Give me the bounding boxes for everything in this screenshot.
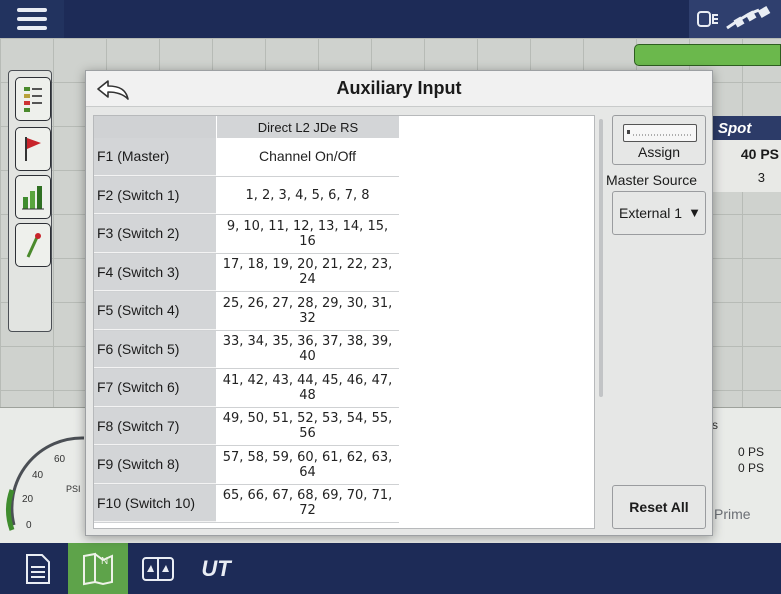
function-label: F6 (Switch 5) [94, 330, 216, 368]
table-row: F4 (Switch 3) 17, 18, 19, 20, 21, 22, 23,… [94, 253, 399, 292]
top-bar [0, 0, 781, 38]
table-row: F10 (Switch 10) 65, 66, 67, 68, 69, 70, 7… [94, 484, 399, 523]
flag-icon[interactable] [15, 127, 51, 171]
prime-button[interactable]: Prime [714, 506, 751, 522]
gauge-tick-0: 0 [26, 520, 32, 531]
function-assignment[interactable]: 25, 26, 27, 28, 29, 30, 31, 32 [217, 292, 398, 330]
chart-icon[interactable] [15, 175, 51, 219]
dropdown-arrow-icon: ▼ [688, 205, 701, 220]
function-label: F10 (Switch 10) [94, 484, 216, 522]
guidance-icon[interactable] [15, 223, 51, 267]
reset-all-button[interactable]: Reset All [612, 485, 706, 529]
spot-psi-value: 40 PS [740, 146, 779, 162]
table-row: F1 (Master) Channel On/Off [94, 138, 399, 177]
bottom-bar: N UT [0, 543, 781, 594]
scrollbar-thumb[interactable] [599, 119, 603, 397]
menu-icon[interactable] [0, 0, 64, 38]
side-toolbar [8, 70, 52, 332]
readout-value: 0 PS [738, 461, 765, 475]
gps-receiver-icon[interactable] [697, 9, 719, 29]
function-label: F5 (Switch 4) [94, 292, 216, 330]
document-icon[interactable] [8, 543, 68, 594]
mapping-table[interactable]: Direct L2 JDe RS F1 (Master) Channel On/O… [93, 115, 595, 529]
assign-label: Assign [637, 144, 681, 160]
field-map-icon[interactable]: N [68, 543, 128, 594]
pressure-gauge: 60 40 PSI 20 0 [6, 436, 85, 531]
split-view-icon[interactable] [128, 543, 188, 594]
function-assignment[interactable]: 33, 34, 35, 36, 37, 38, 39, 40 [217, 330, 398, 368]
layers-icon[interactable] [15, 77, 51, 121]
gauge-unit: PSI [66, 484, 81, 494]
universal-terminal-icon[interactable]: UT [186, 543, 246, 594]
auxiliary-input-dialog: Auxiliary Input Direct L2 JDe RS F1 (Mas… [85, 70, 713, 536]
table-row: F3 (Switch 2) 9, 10, 11, 12, 13, 14, 15, … [94, 215, 399, 254]
function-label: F1 (Master) [94, 138, 216, 176]
table-corner [94, 116, 216, 138]
function-label: F8 (Switch 7) [94, 407, 216, 445]
function-assignment[interactable]: 65, 66, 67, 68, 69, 70, 71, 72 [217, 484, 398, 522]
field-status-strip [634, 44, 781, 66]
table-row: F7 (Switch 6) 41, 42, 43, 44, 45, 46, 47,… [94, 369, 399, 408]
satellite-icon[interactable] [725, 6, 777, 32]
function-label: F7 (Switch 6) [94, 369, 216, 407]
function-assignment[interactable]: 17, 18, 19, 20, 21, 22, 23, 24 [217, 253, 398, 291]
function-assignment[interactable]: Channel On/Off [217, 138, 398, 176]
spot-rate-values: 40 PS 3 [712, 140, 781, 192]
spot-count: 3 [757, 170, 765, 185]
svg-text:N: N [101, 556, 108, 567]
master-source-select[interactable]: External 1 ▼ [612, 191, 706, 235]
function-label: F4 (Switch 3) [94, 253, 216, 291]
function-assignment[interactable]: 1, 2, 3, 4, 5, 6, 7, 8 [217, 176, 398, 214]
table-row: F2 (Switch 1) 1, 2, 3, 4, 5, 6, 7, 8 [94, 176, 399, 215]
dialog-header: Auxiliary Input [86, 71, 712, 107]
connector-icon [623, 124, 697, 142]
table-row: F6 (Switch 5) 33, 34, 35, 36, 37, 38, 39,… [94, 330, 399, 369]
table-row: F5 (Switch 4) 25, 26, 27, 28, 29, 30, 31,… [94, 292, 399, 331]
table-row: F9 (Switch 8) 57, 58, 59, 60, 61, 62, 63,… [94, 446, 399, 485]
dialog-title: Auxiliary Input [336, 78, 462, 98]
function-assignment[interactable]: 41, 42, 43, 44, 45, 46, 47, 48 [217, 369, 398, 407]
assign-button[interactable]: Assign [612, 115, 706, 165]
function-label: F3 (Switch 2) [94, 215, 216, 253]
ut-label: UT [201, 555, 231, 581]
readout-value: 0 PS [738, 445, 765, 459]
function-label: F9 (Switch 8) [94, 446, 216, 484]
table-row: F8 (Switch 7) 49, 50, 51, 52, 53, 54, 55,… [94, 407, 399, 446]
gauge-tick-20: 20 [22, 494, 34, 505]
master-source-label: Master Source [606, 172, 698, 188]
function-assignment[interactable]: 49, 50, 51, 52, 53, 54, 55, 56 [217, 407, 398, 445]
function-assignment[interactable]: 57, 58, 59, 60, 61, 62, 63, 64 [217, 446, 398, 484]
column-header: Direct L2 JDe RS [216, 116, 399, 138]
right-readouts: 0 PS 0 PS [738, 444, 764, 476]
status-icons [689, 0, 781, 38]
function-assignment[interactable]: 9, 10, 11, 12, 13, 14, 15, 16 [217, 215, 398, 253]
gauge-tick-40: 40 [32, 470, 44, 481]
table-rows: F1 (Master) Channel On/Off F2 (Switch 1) 1,… [94, 138, 399, 523]
spot-label: Spot [718, 120, 752, 137]
gauge-tick-60: 60 [54, 454, 66, 465]
function-label: F2 (Switch 1) [94, 176, 216, 214]
master-source-value: External 1 [619, 205, 683, 221]
